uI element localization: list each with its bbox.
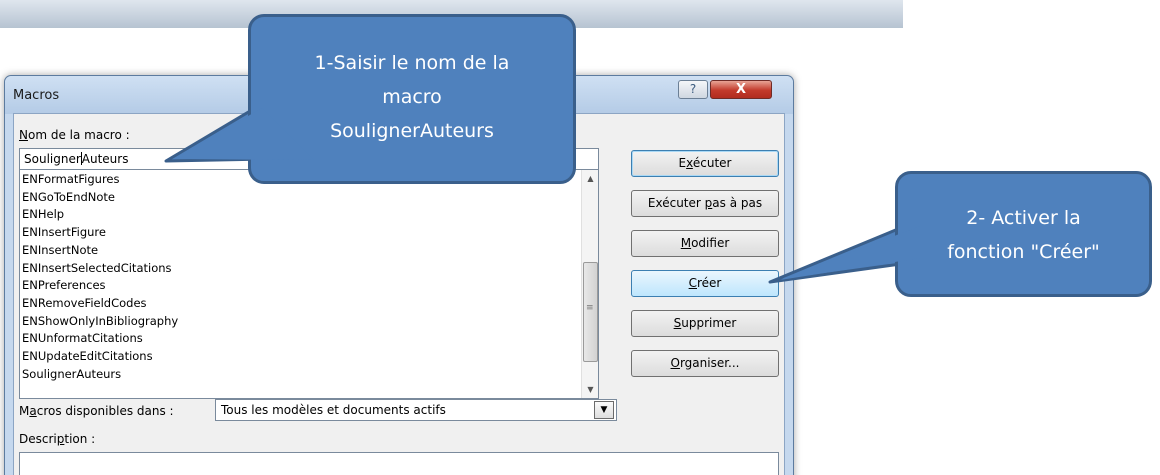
callout-2-pointer-overlap: [780, 226, 920, 280]
